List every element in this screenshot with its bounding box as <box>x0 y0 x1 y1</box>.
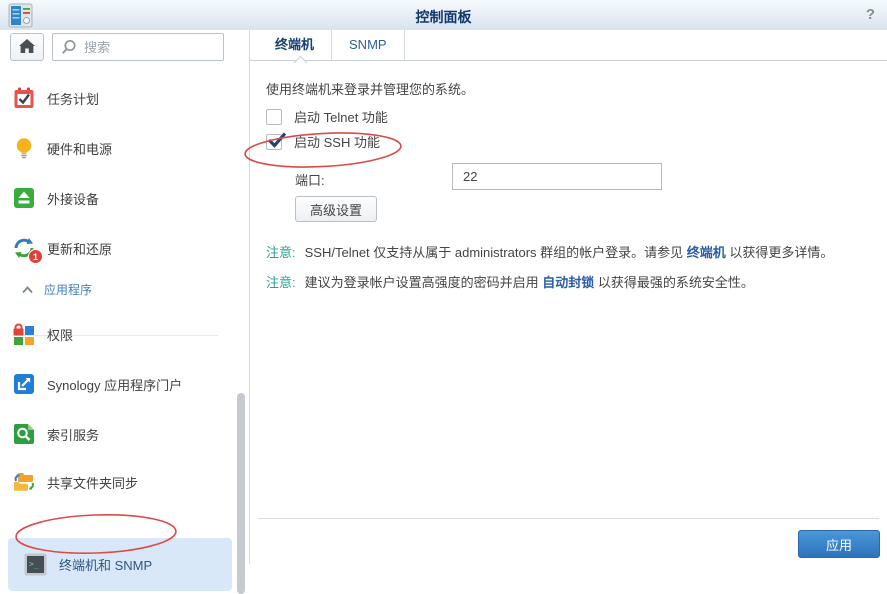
notification-badge: 1 <box>28 249 43 264</box>
sidebar-item-hardware-power[interactable]: 硬件和电源 <box>12 135 224 161</box>
ssh-checkbox-label: 启动 SSH 功能 <box>294 132 380 151</box>
sidebar-item-indexing-service[interactable]: 索引服务 <box>12 421 224 447</box>
note-text: 以获得更多详情。 <box>726 245 834 260</box>
terminal-help-link[interactable]: 终端机 <box>687 245 726 260</box>
telnet-checkbox[interactable] <box>266 109 282 125</box>
active-tab-notch <box>292 54 308 63</box>
help-icon[interactable]: ? <box>866 6 875 23</box>
port-label: 端口: <box>295 170 325 189</box>
note-text: 以获得最强的系统安全性。 <box>594 275 754 290</box>
main-panel: 终端机 SNMP 使用终端机来登录并管理您的系统。 启动 Telnet 功能 启… <box>250 30 887 564</box>
note-text: 建议为登录帐户设置高强度的密码并启用 <box>305 275 543 290</box>
checkmark-icon <box>266 130 288 150</box>
sidebar-item-label: 更新和还原 <box>47 239 112 258</box>
note-prefix: 注意: <box>266 275 296 290</box>
note-prefix: 注意: <box>266 245 296 260</box>
advanced-settings-button[interactable]: 高级设置 <box>295 196 377 222</box>
application-portal-icon <box>12 372 36 396</box>
search-icon <box>61 39 76 55</box>
sidebar-item-label: 终端机和 SNMP <box>59 555 152 574</box>
footer-divider <box>258 518 879 519</box>
auto-block-link[interactable]: 自动封锁 <box>542 275 594 290</box>
svg-text:>_: >_ <box>29 560 39 569</box>
sidebar-item-label: 共享文件夹同步 <box>47 473 138 492</box>
terminal-icon: >_ <box>23 552 48 577</box>
tab-snmp[interactable]: SNMP <box>332 30 405 60</box>
sidebar-item-shared-folder-sync[interactable]: 共享文件夹同步 <box>12 469 224 495</box>
ssh-checkbox-row[interactable]: 启动 SSH 功能 <box>266 132 380 151</box>
note-text: SSH/Telnet 仅支持从属于 administrators 群组的帐户登录… <box>305 245 687 260</box>
sidebar-item-label: 权限 <box>47 325 73 344</box>
search-input[interactable] <box>82 39 223 56</box>
home-button[interactable] <box>10 33 44 61</box>
sidebar-item-label: Synology 应用程序门户 <box>47 375 182 394</box>
sidebar: 任务计划 硬件和电源 外接设备 <box>0 30 250 564</box>
sidebar-section-applications[interactable]: 应用程序 <box>22 281 222 298</box>
indexing-service-icon <box>12 422 36 446</box>
sidebar-item-label: 任务计划 <box>47 89 99 108</box>
shared-folder-sync-icon <box>12 470 36 494</box>
privileges-lock-icon <box>12 322 36 346</box>
eject-device-icon <box>12 186 36 210</box>
ssh-checkbox[interactable] <box>266 134 282 150</box>
note-password-strength: 注意: 建议为登录帐户设置高强度的密码并启用 自动封锁 以获得最强的系统安全性。 <box>266 274 866 291</box>
note-ssh-admin: 注意: SSH/Telnet 仅支持从属于 administrators 群组的帐… <box>266 244 866 261</box>
apply-button[interactable]: 应用 <box>798 530 880 558</box>
home-icon <box>18 38 36 57</box>
sidebar-item-task-scheduler[interactable]: 任务计划 <box>12 85 224 111</box>
sidebar-item-external-devices[interactable]: 外接设备 <box>12 185 224 211</box>
lightbulb-icon <box>12 136 36 160</box>
terminal-description: 使用终端机来登录并管理您的系统。 <box>266 79 474 98</box>
sidebar-item-application-portal[interactable]: Synology 应用程序门户 <box>12 371 224 397</box>
sidebar-item-update-restore[interactable]: 1 更新和还原 <box>12 235 224 261</box>
sidebar-item-label: 外接设备 <box>47 189 99 208</box>
telnet-checkbox-label: 启动 Telnet 功能 <box>294 107 388 126</box>
sidebar-item-terminal-snmp[interactable]: >_ 终端机和 SNMP <box>8 538 232 591</box>
sidebar-item-label: 索引服务 <box>47 425 99 444</box>
search-box <box>52 33 224 61</box>
telnet-checkbox-row[interactable]: 启动 Telnet 功能 <box>266 107 388 126</box>
chevron-up-icon <box>22 286 33 294</box>
window-header: 控制面板 ? <box>0 0 887 31</box>
sidebar-item-privileges[interactable]: 权限 <box>12 321 224 347</box>
update-restore-icon: 1 <box>12 236 36 260</box>
task-scheduler-icon <box>12 86 36 110</box>
tab-bar: 终端机 SNMP <box>250 30 887 61</box>
sidebar-section-label: 应用程序 <box>44 281 92 298</box>
port-input[interactable] <box>452 163 662 190</box>
page-title: 控制面板 <box>0 7 887 27</box>
sidebar-item-label: 硬件和电源 <box>47 139 112 158</box>
